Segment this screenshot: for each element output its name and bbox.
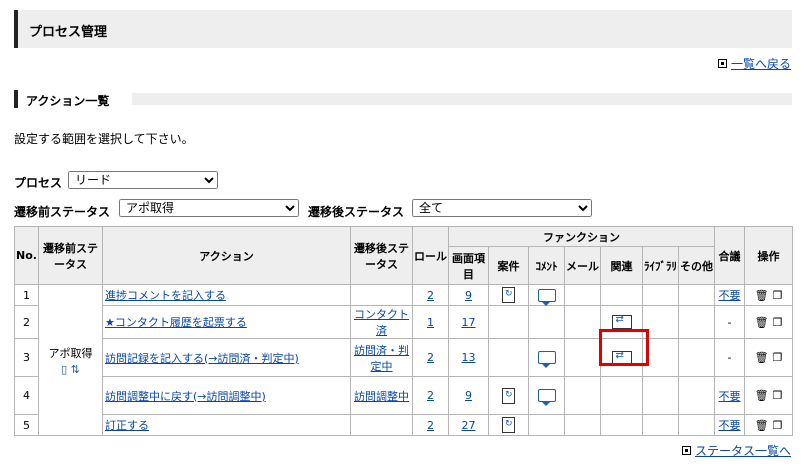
screen-item-link[interactable]: 17 xyxy=(462,316,476,329)
copy-icon[interactable]: ❐ xyxy=(773,419,783,432)
square-bullet-icon xyxy=(717,59,727,68)
row-no: 1 xyxy=(14,284,39,306)
header-comment: ｺﾒﾝﾄ xyxy=(528,246,565,285)
row-no: 4 xyxy=(14,376,39,415)
table-row: 2 ★コンタクト履歴を起票する コンタクト済 1 17 - 🗑 ❐ xyxy=(14,305,794,339)
approval-link[interactable]: 不要 xyxy=(719,289,741,302)
action-link[interactable]: 訪問調整中に戻す(→訪問調整中) xyxy=(105,390,266,403)
group-status-cell: アポ取得 ▯ ⇅ xyxy=(38,284,103,436)
highlight-box xyxy=(599,329,649,366)
back-to-list-link[interactable]: 一覧へ戻る xyxy=(717,55,791,72)
comment-icon[interactable] xyxy=(537,288,556,306)
row-no: 2 xyxy=(14,305,39,339)
copy-icon[interactable]: ❐ xyxy=(773,289,783,302)
action-link[interactable]: ★コンタクト履歴を起票する xyxy=(105,316,247,329)
doc-icon[interactable]: ▯ xyxy=(61,363,67,376)
approval-value: - xyxy=(714,305,746,339)
section-header: アクション一覧 xyxy=(14,90,792,109)
group-status: アポ取得 xyxy=(48,346,93,360)
status-list-label: ステータス一覧へ xyxy=(694,444,791,458)
case-icon[interactable] xyxy=(502,287,515,303)
header-operation: 操作 xyxy=(744,226,794,285)
action-table: No. 遷移前ステータス アクション 遷移後ステータス ロール ファンクション … xyxy=(14,226,794,436)
header-action: アクション xyxy=(102,226,351,285)
process-label: プロセス xyxy=(14,176,63,190)
header-case: 案件 xyxy=(488,246,529,285)
header-role: ロール xyxy=(412,226,449,285)
process-select[interactable]: リード xyxy=(68,171,218,189)
trash-icon[interactable]: 🗑 xyxy=(755,289,769,302)
action-link[interactable]: 進捗コメントを記入する xyxy=(105,289,226,302)
approval-value: - xyxy=(714,338,746,377)
header-related: 関連 xyxy=(600,246,643,285)
action-link[interactable]: 訪問記録を記入する(→訪問済・判定中) xyxy=(105,352,299,365)
screen-item-link[interactable]: 27 xyxy=(462,419,476,432)
header-mail: メール xyxy=(564,246,601,285)
page-title: プロセス管理 xyxy=(29,25,108,40)
screen-item-link[interactable]: 9 xyxy=(465,289,472,302)
copy-icon[interactable]: ❐ xyxy=(773,389,783,402)
comment-icon[interactable] xyxy=(537,351,556,369)
case-icon[interactable] xyxy=(502,387,515,404)
sort-icon[interactable]: ⇅ xyxy=(71,363,80,376)
header-screen-item: 画面項目 xyxy=(448,246,489,285)
after-status-link[interactable]: 訪問済・判定中 xyxy=(354,344,409,373)
approval-link[interactable]: 不要 xyxy=(719,419,741,432)
role-link[interactable]: 2 xyxy=(427,419,434,432)
case-icon[interactable] xyxy=(502,417,515,433)
after-status-select[interactable]: 全て xyxy=(412,199,592,217)
section-bar xyxy=(14,90,18,108)
header-other: その他 xyxy=(677,246,716,285)
trash-icon[interactable]: 🗑 xyxy=(755,316,769,329)
trash-icon[interactable]: 🗑 xyxy=(755,389,769,402)
header-before-status: 遷移前ステータス xyxy=(38,226,103,285)
copy-icon[interactable]: ❐ xyxy=(773,351,783,364)
before-status-select[interactable]: アポ取得 xyxy=(119,199,299,217)
after-status-label: 遷移後ステータス xyxy=(308,205,405,219)
copy-icon[interactable]: ❐ xyxy=(773,316,783,329)
related-icon[interactable] xyxy=(611,314,632,329)
approval-link[interactable]: 不要 xyxy=(719,390,741,403)
role-link[interactable]: 2 xyxy=(427,389,434,402)
role-link[interactable]: 1 xyxy=(427,316,434,329)
section-fill xyxy=(132,93,792,105)
role-link[interactable]: 2 xyxy=(427,289,434,302)
row-no: 3 xyxy=(14,338,39,377)
header-approval: 合議 xyxy=(714,226,746,285)
table-row: 5 訂正する 2 27 不要 🗑 ❐ xyxy=(14,414,794,436)
header-no: No. xyxy=(14,226,39,285)
status-list-link[interactable]: ステータス一覧へ xyxy=(681,442,791,459)
header-after-status: 遷移後ステータス xyxy=(350,226,413,285)
instruction-text: 設定する範囲を選択して下さい。 xyxy=(14,132,194,146)
section-title: アクション一覧 xyxy=(26,92,118,109)
header-functions: ファンクション xyxy=(447,226,716,247)
table-row: 3 訪問記録を記入する(→訪問済・判定中) 訪問済・判定中 2 13 - 🗑 ❐ xyxy=(14,338,794,377)
table-row: 1 アポ取得 ▯ ⇅ 進捗コメントを記入する 2 9 不要 🗑 ❐ xyxy=(14,284,794,436)
trash-icon[interactable]: 🗑 xyxy=(755,351,769,364)
after-status-link[interactable]: コンタクト済 xyxy=(354,308,409,337)
screen-item-link[interactable]: 9 xyxy=(465,389,472,402)
role-link[interactable]: 2 xyxy=(427,351,434,364)
table-row: 4 訪問調整中に戻す(→訪問調整中) 訪問調整中 2 9 不要 🗑 ❐ xyxy=(14,376,794,415)
header-library: ﾗｲﾌﾞﾗﾘ xyxy=(642,246,679,285)
before-status-label: 遷移前ステータス xyxy=(14,205,111,219)
square-bullet-icon xyxy=(681,446,691,455)
page-title-bar: プロセス管理 xyxy=(14,10,792,48)
screen-item-link[interactable]: 13 xyxy=(462,351,476,364)
trash-icon[interactable]: 🗑 xyxy=(755,419,769,432)
action-link[interactable]: 訂正する xyxy=(105,419,149,432)
after-status-link[interactable]: 訪問調整中 xyxy=(354,390,409,403)
row-no: 5 xyxy=(14,414,39,436)
back-to-list-label: 一覧へ戻る xyxy=(730,57,791,71)
comment-icon[interactable] xyxy=(537,389,556,407)
